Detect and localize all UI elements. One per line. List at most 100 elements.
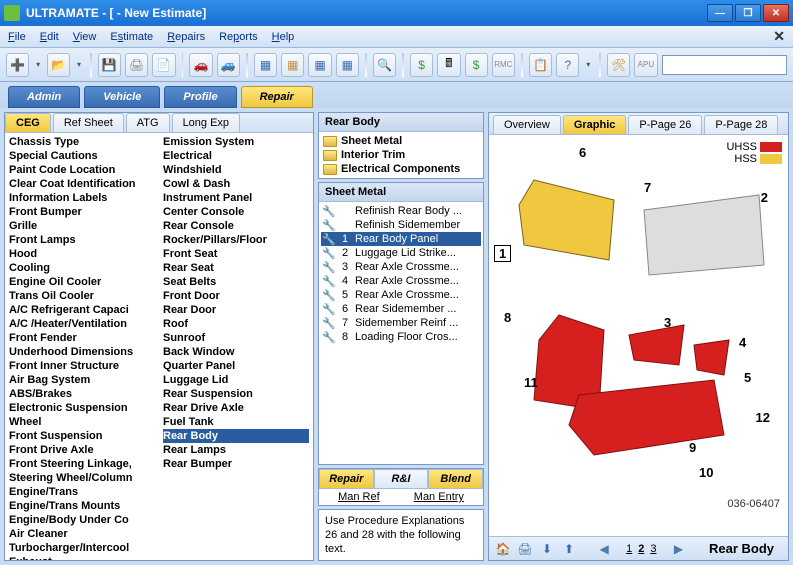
- tab-profile[interactable]: Profile: [164, 86, 236, 108]
- rtab-overview[interactable]: Overview: [493, 115, 561, 134]
- category-item[interactable]: Clear Coat Identification: [9, 177, 155, 191]
- action-blend[interactable]: Blend: [428, 469, 483, 489]
- part-item[interactable]: 🔧Refinish Sidemember: [321, 218, 481, 232]
- category-item[interactable]: Cowl & Dash: [163, 177, 309, 191]
- category-item[interactable]: Electrical: [163, 149, 309, 163]
- category-item[interactable]: Roof: [163, 317, 309, 331]
- minimize-button[interactable]: —: [707, 4, 733, 22]
- subtab-ref[interactable]: Ref Sheet: [53, 113, 124, 132]
- category-item[interactable]: Windshield: [163, 163, 309, 177]
- close-button[interactable]: ✕: [763, 4, 789, 22]
- apu-icon[interactable]: APU: [634, 53, 657, 77]
- menu-help[interactable]: Help: [272, 31, 295, 43]
- category-item[interactable]: Rear Drive Axle: [163, 401, 309, 415]
- folder-item[interactable]: Electrical Components: [321, 162, 481, 176]
- part-item[interactable]: 🔧8Loading Floor Cros...: [321, 330, 481, 344]
- category-item[interactable]: Rear Suspension: [163, 387, 309, 401]
- category-item[interactable]: Center Console: [163, 205, 309, 219]
- save-icon[interactable]: 💾: [98, 53, 121, 77]
- grid1-icon[interactable]: ▦: [254, 53, 277, 77]
- category-item[interactable]: Chassis Type: [9, 135, 155, 149]
- part-item[interactable]: 🔧4Rear Axle Crossme...: [321, 274, 481, 288]
- category-item[interactable]: Engine/Trans: [9, 485, 155, 499]
- category-item[interactable]: Rear Door: [163, 303, 309, 317]
- category-item[interactable]: Front Inner Structure: [9, 359, 155, 373]
- doc-icon[interactable]: 📋: [529, 53, 552, 77]
- next-icon[interactable]: ▶: [670, 541, 686, 557]
- category-item[interactable]: Emission System: [163, 135, 309, 149]
- preview-icon[interactable]: 📄: [152, 53, 175, 77]
- category-item[interactable]: ABS/Brakes: [9, 387, 155, 401]
- grid4-icon[interactable]: ▦: [336, 53, 359, 77]
- grid2-icon[interactable]: ▦: [281, 53, 304, 77]
- money2-icon[interactable]: $: [465, 53, 488, 77]
- category-item[interactable]: Engine Oil Cooler: [9, 275, 155, 289]
- category-item[interactable]: Rear Lamps: [163, 443, 309, 457]
- category-item[interactable]: Trans Oil Cooler: [9, 289, 155, 303]
- rmc-icon[interactable]: RMC: [492, 53, 515, 77]
- category-item[interactable]: A/C /Heater/Ventilation: [9, 317, 155, 331]
- link-man-entry[interactable]: Man Entry: [414, 491, 464, 503]
- category-item[interactable]: Sunroof: [163, 331, 309, 345]
- menu-view[interactable]: View: [73, 31, 97, 43]
- menu-estimate[interactable]: Estimate: [110, 31, 153, 43]
- help-icon[interactable]: ?: [556, 53, 579, 77]
- link-man-ref[interactable]: Man Ref: [338, 491, 380, 503]
- print-icon[interactable]: 🖨: [125, 53, 148, 77]
- part-item[interactable]: 🔧3Rear Axle Crossme...: [321, 260, 481, 274]
- menu-file[interactable]: File: [8, 31, 26, 43]
- category-item[interactable]: Paint Code Location: [9, 163, 155, 177]
- up-icon[interactable]: ⬆: [561, 541, 577, 557]
- new-dropdown[interactable]: ▾: [33, 60, 43, 69]
- maximize-button[interactable]: ❐: [735, 4, 761, 22]
- category-item[interactable]: Front Bumper: [9, 205, 155, 219]
- open-dropdown[interactable]: ▾: [74, 60, 84, 69]
- menu-reports[interactable]: Reports: [219, 31, 258, 43]
- category-item[interactable]: Rear Seat: [163, 261, 309, 275]
- category-item[interactable]: Fuel Tank: [163, 415, 309, 429]
- category-item[interactable]: Front Seat: [163, 247, 309, 261]
- category-item[interactable]: Exhaust: [9, 555, 155, 560]
- part-item[interactable]: 🔧5Rear Axle Crossme...: [321, 288, 481, 302]
- subtab-longexp[interactable]: Long Exp: [172, 113, 240, 132]
- category-item[interactable]: Cooling: [9, 261, 155, 275]
- vehicle-front-icon[interactable]: 🚗: [189, 53, 212, 77]
- category-item[interactable]: Hood: [9, 247, 155, 261]
- search-icon[interactable]: 🔍: [373, 53, 396, 77]
- folder-item[interactable]: Interior Trim: [321, 148, 481, 162]
- category-item[interactable]: Rocker/Pillars/Floor: [163, 233, 309, 247]
- category-item[interactable]: Front Drive Axle: [9, 443, 155, 457]
- rtab-graphic[interactable]: Graphic: [563, 115, 627, 134]
- category-item[interactable]: Rear Console: [163, 219, 309, 233]
- home-icon[interactable]: 🏠: [495, 541, 511, 557]
- action-ri[interactable]: R&I: [374, 469, 429, 489]
- category-item[interactable]: Front Fender: [9, 331, 155, 345]
- page-3[interactable]: 3: [650, 543, 656, 555]
- category-item[interactable]: Rear Bumper: [163, 457, 309, 471]
- part-item[interactable]: 🔧Refinish Rear Body ...: [321, 204, 481, 218]
- part-item[interactable]: 🔧6Rear Sidemember ...: [321, 302, 481, 316]
- page-1[interactable]: 1: [626, 543, 632, 555]
- parts-diagram[interactable]: UHSS HSS 6 7 2 1 8 3 4 5 11 12 9 10 036-…: [489, 135, 788, 536]
- category-item[interactable]: Special Cautions: [9, 149, 155, 163]
- category-item[interactable]: Front Lamps: [9, 233, 155, 247]
- category-item[interactable]: Turbocharger/Intercool: [9, 541, 155, 555]
- category-item[interactable]: Quarter Panel: [163, 359, 309, 373]
- category-item[interactable]: A/C Refrigerant Capaci: [9, 303, 155, 317]
- new-icon[interactable]: ➕: [6, 53, 29, 77]
- open-icon[interactable]: 📂: [47, 53, 70, 77]
- subtab-atg[interactable]: ATG: [126, 113, 170, 132]
- menu-repairs[interactable]: Repairs: [167, 31, 205, 43]
- help-dropdown[interactable]: ▾: [583, 60, 593, 69]
- category-item[interactable]: Luggage Lid: [163, 373, 309, 387]
- grid3-icon[interactable]: ▦: [308, 53, 331, 77]
- tools-icon[interactable]: 🛠: [607, 53, 630, 77]
- subtab-ceg[interactable]: CEG: [5, 113, 51, 132]
- category-item[interactable]: Steering Wheel/Column: [9, 471, 155, 485]
- category-item[interactable]: Back Window: [163, 345, 309, 359]
- category-item[interactable]: Electronic Suspension: [9, 401, 155, 415]
- vehicle-rear-icon[interactable]: 🚙: [217, 53, 240, 77]
- rtab-p28[interactable]: P-Page 28: [704, 115, 778, 134]
- category-item[interactable]: Air Bag System: [9, 373, 155, 387]
- money1-icon[interactable]: $: [410, 53, 433, 77]
